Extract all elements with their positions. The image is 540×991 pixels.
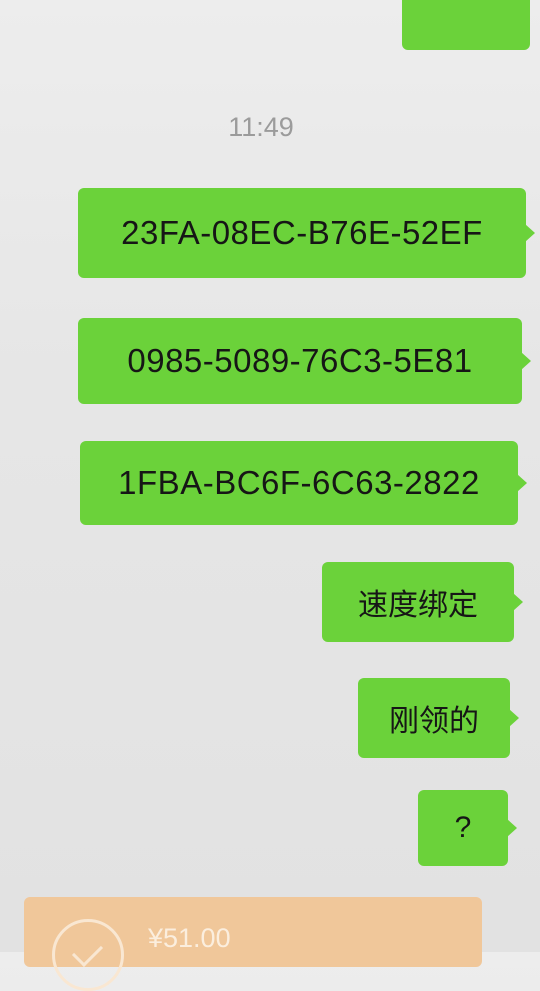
message-bubble-code-1[interactable]: 23FA-08EC-B76E-52EF — [78, 188, 535, 278]
message-text: 刚领的 — [389, 705, 479, 738]
message-text: 0985-5089-76C3-5E81 — [127, 342, 473, 379]
message-text: 23FA-08EC-B76E-52EF — [121, 214, 483, 251]
message-text: 1FBA-BC6F-6C63-2822 — [118, 464, 480, 501]
transfer-message[interactable]: ¥51.00 — [24, 897, 482, 991]
transfer-amount: ¥51.00 — [148, 923, 231, 953]
chat-view: 11:49 23FA-08EC-B76E-52EF 0985-5089-76C3… — [0, 0, 540, 991]
message-bubble-code-2[interactable]: 0985-5089-76C3-5E81 — [78, 318, 531, 404]
message-timestamp: 11:49 — [228, 112, 294, 142]
message-bubble-code-3[interactable]: 1FBA-BC6F-6C63-2822 — [80, 441, 527, 525]
message-bubble-question[interactable]: ? — [418, 790, 517, 866]
message-bubble-just-received[interactable]: 刚领的 — [358, 678, 519, 758]
message-text: ? — [454, 811, 472, 844]
message-text: 速度绑定 — [358, 589, 478, 622]
message-bubble-partial[interactable] — [402, 0, 530, 50]
check-circle-icon — [52, 919, 124, 991]
message-bubble-bind-request[interactable]: 速度绑定 — [322, 562, 523, 642]
